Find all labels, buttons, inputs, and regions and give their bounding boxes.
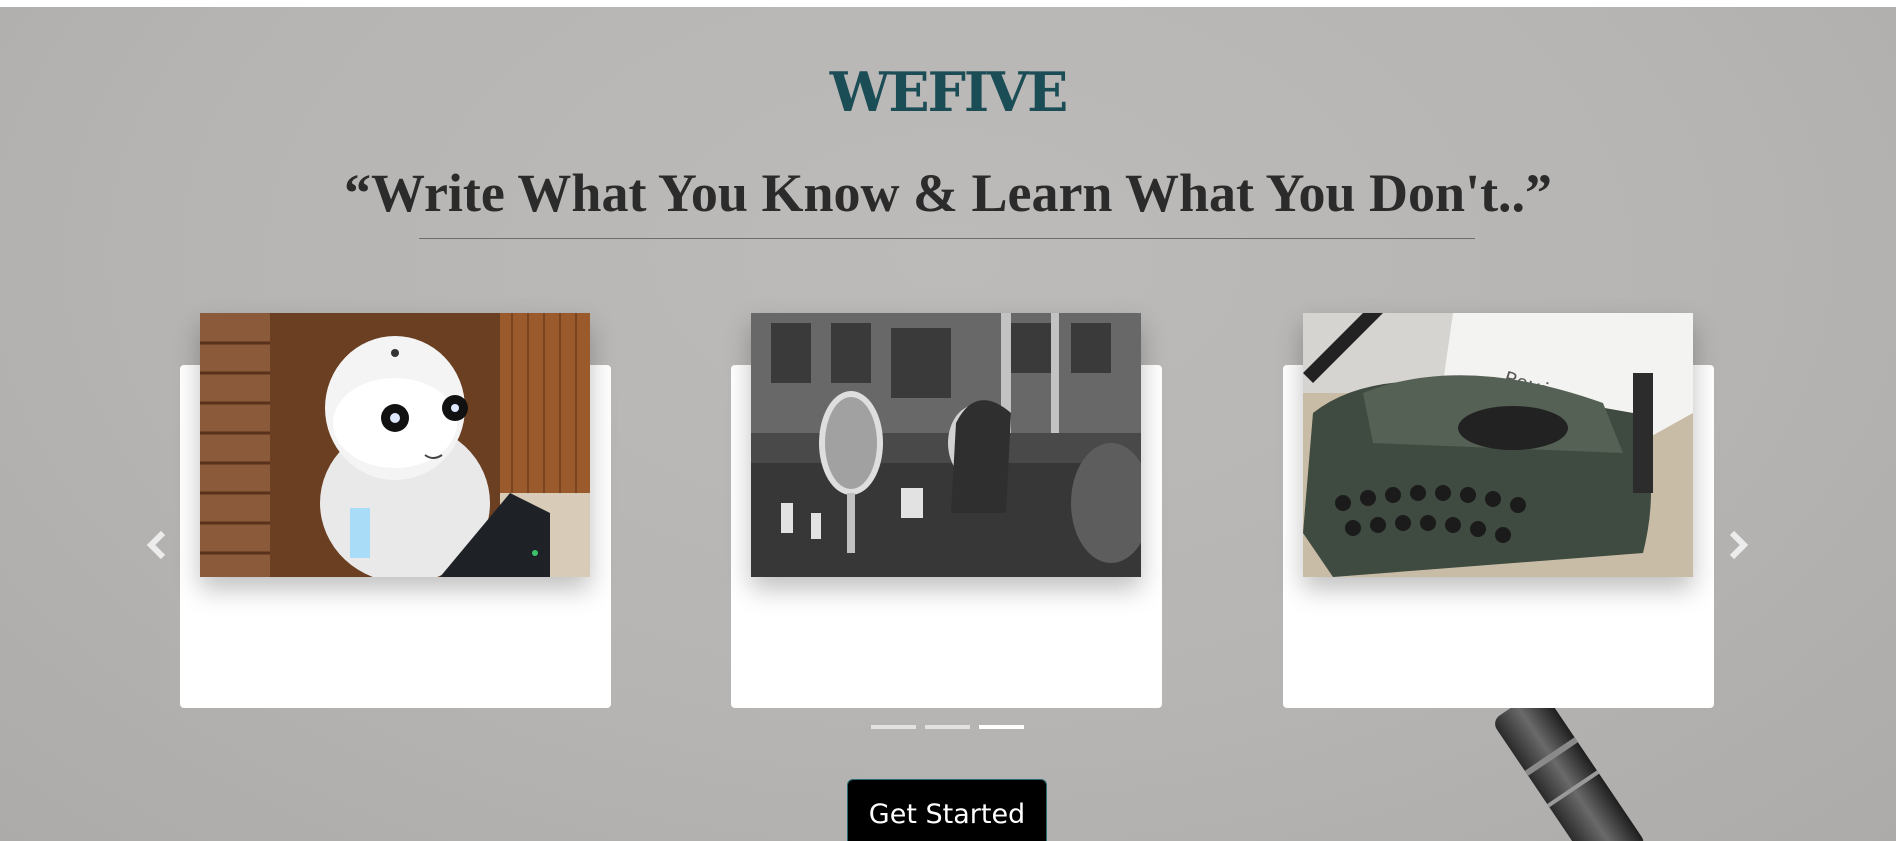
- carousel-prev-button[interactable]: [143, 525, 173, 565]
- page: WEFIVE “Write What You Know & Learn What…: [0, 0, 1896, 841]
- carousel-indicator[interactable]: [871, 725, 916, 729]
- tagline: “Write What You Know & Learn What You Do…: [343, 163, 1553, 223]
- carousel-next-button[interactable]: [1722, 525, 1752, 565]
- get-started-button[interactable]: Get Started: [847, 779, 1047, 841]
- carousel-card[interactable]: [180, 313, 611, 708]
- robot-photo: [200, 313, 590, 577]
- pen-decoration: [1495, 707, 1644, 841]
- typewriter-photo: Review: [1303, 313, 1693, 577]
- chevron-left-icon: [146, 530, 166, 560]
- divider: [419, 238, 1475, 239]
- chevron-right-icon: [1729, 530, 1749, 560]
- carousel-indicator-active[interactable]: [979, 725, 1024, 729]
- brand-title: WEFIVE: [829, 60, 1068, 124]
- carousel-card[interactable]: [731, 313, 1162, 708]
- street-reflection-photo: [751, 313, 1141, 577]
- hero-section: WEFIVE “Write What You Know & Learn What…: [0, 7, 1896, 841]
- carousel-indicator[interactable]: [925, 725, 970, 729]
- carousel-card[interactable]: Review: [1283, 313, 1714, 708]
